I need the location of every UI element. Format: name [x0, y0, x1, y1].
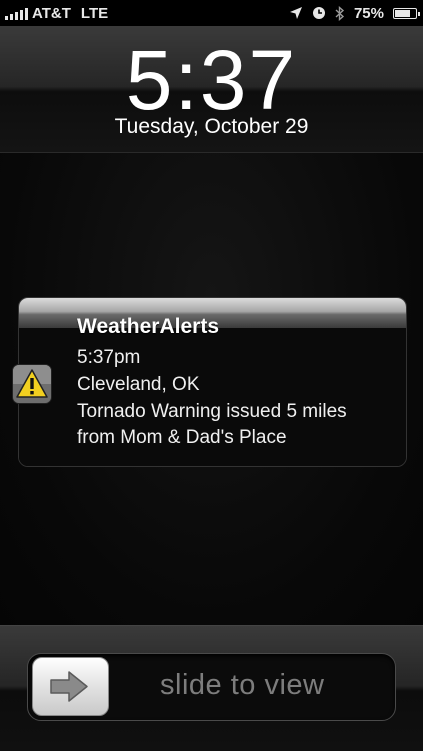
carrier-name: AT&T: [32, 4, 71, 22]
lock-date: Tuesday, October 29: [114, 115, 309, 138]
warning-triangle-icon: [12, 364, 52, 404]
lock-time: 5:37: [125, 33, 298, 127]
notification-app-name: WeatherAlerts: [77, 315, 219, 338]
battery-level-fill: [395, 9, 410, 17]
slide-to-view-label: slide to view: [160, 669, 325, 701]
notification-message-line-2: from Mom & Dad's Place: [77, 427, 287, 448]
location-arrow-icon: [289, 7, 302, 19]
status-icons: 75%: [289, 0, 420, 26]
signal-strength-icon: [5, 7, 28, 20]
arrow-right-icon: [50, 671, 88, 702]
battery-percentage: 75%: [353, 4, 384, 22]
notification-time: 5:37pm: [77, 347, 141, 368]
network-type: LTE: [80, 4, 109, 22]
notification-message-line-1: Tornado Warning issued 5 miles: [77, 401, 347, 422]
alarm-clock-icon: [312, 7, 325, 19]
bluetooth-icon: [335, 5, 345, 21]
status-bar: AT&T LTE 75%: [0, 0, 423, 26]
notification-location: Cleveland, OK: [77, 374, 200, 395]
slide-to-view-knob[interactable]: [32, 657, 109, 716]
lock-clock-band: 5:37 Tuesday, October 29: [0, 26, 423, 153]
battery-icon: [393, 7, 420, 19]
